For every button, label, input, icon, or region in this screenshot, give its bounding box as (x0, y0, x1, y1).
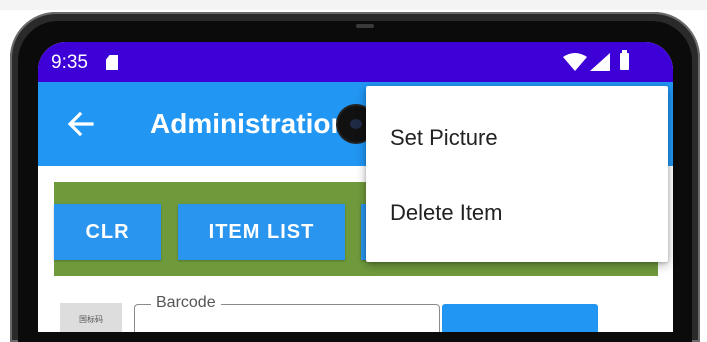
wifi-icon (563, 53, 587, 71)
sd-card-icon (106, 55, 118, 70)
clr-button[interactable]: CLR (54, 204, 161, 260)
item-list-button[interactable]: ITEM LIST (178, 204, 345, 260)
arrow-left-icon[interactable] (66, 109, 96, 139)
barcode-image-caption: 国标码 (79, 315, 103, 324)
status-bar: 9:35 (38, 42, 673, 82)
page-title: Administration (150, 108, 348, 139)
menu-item-set-picture[interactable]: Set Picture (366, 100, 668, 176)
barcode-label: Barcode (151, 294, 221, 312)
barcode-field[interactable]: Barcode (134, 294, 440, 332)
barcode-image: 国标码 (60, 303, 122, 332)
signal-icon (590, 53, 610, 71)
status-time: 9:35 (51, 52, 88, 73)
menu-item-delete-item[interactable]: Delete Item (366, 175, 668, 251)
screenshot-frame: 9:35 Administration CLR ITEM LIST 国标码 Ba… (0, 0, 707, 342)
battery-icon (620, 50, 629, 70)
popup-menu: Set Picture Delete Item (366, 86, 668, 262)
barcode-row: 国标码 Barcode (54, 294, 658, 332)
earpiece-slit (356, 24, 374, 28)
barcode-action-button[interactable] (442, 304, 598, 332)
